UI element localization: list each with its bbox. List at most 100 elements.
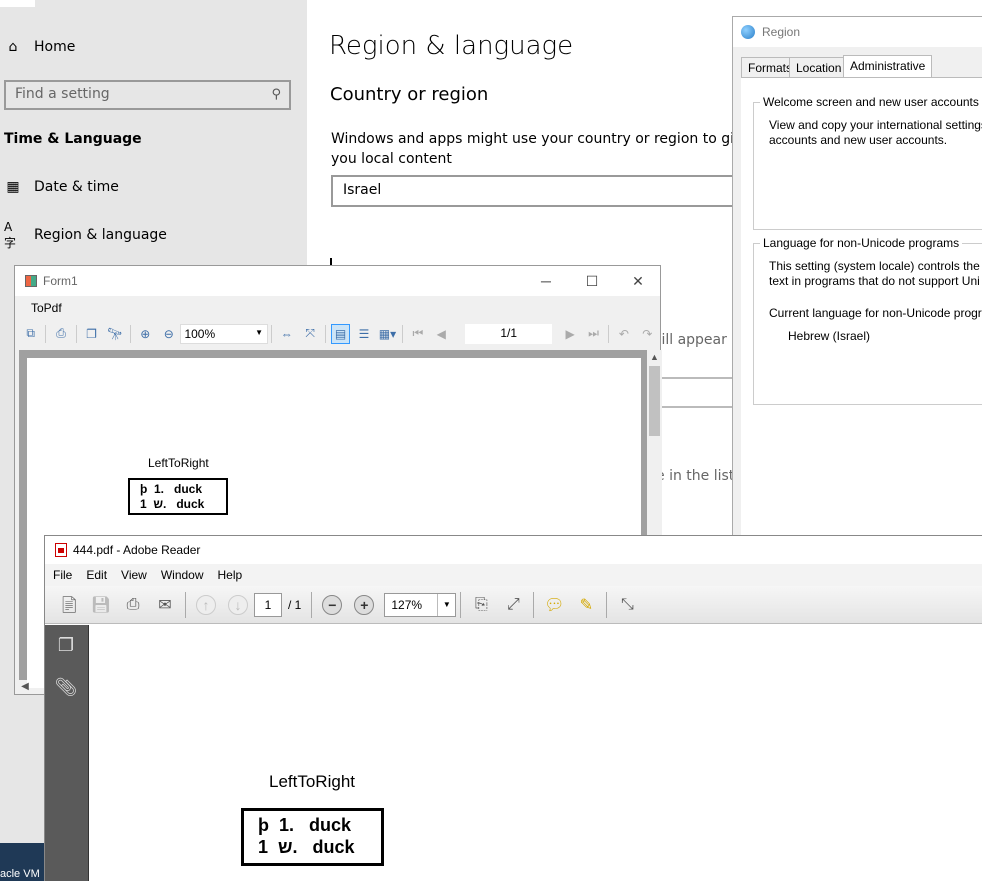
find-icon[interactable]: 🔭︎: [105, 324, 124, 344]
scroll-up-icon[interactable]: ▲: [650, 352, 659, 362]
minimize-button[interactable]: ─: [523, 266, 569, 296]
print-preview-toolbar: ⧉ ⎙ ❐ 🔭︎ ⊕ ⊖ 100% ▼ ⇔ ⤧ ▤ ☰ ▦▾ ⏮ ◀ 1/1 ▶…: [19, 321, 659, 346]
toolbar-separator: [129, 324, 131, 343]
close-button[interactable]: ✕: [615, 266, 661, 296]
toolbar-separator: [311, 591, 313, 618]
full-screen-icon[interactable]: ⤡: [614, 592, 640, 618]
pages-icon[interactable]: ❐: [55, 633, 77, 657]
toolbar-separator: [533, 591, 535, 618]
nonunicode-group-title: Language for non-Unicode programs: [760, 236, 963, 250]
back-icon[interactable]: ↶: [614, 324, 633, 344]
tab-label: Administrative: [850, 59, 926, 73]
page-width-icon[interactable]: ⇔: [277, 324, 296, 344]
highlight-icon[interactable]: ✎: [573, 592, 599, 618]
chevron-down-icon: ▼: [255, 327, 264, 337]
document-line-2: 1 ש. duck: [258, 837, 355, 857]
current-language-value: Hebrew (Israel): [788, 329, 871, 343]
nonunicode-text-2: text in programs that do not support Uni: [769, 274, 980, 288]
print-icon[interactable]: ⎙: [120, 592, 146, 618]
page-number-input[interactable]: 1: [254, 592, 282, 617]
sidebar-item-home[interactable]: ⌂ Home: [4, 38, 76, 56]
app-icon: [25, 275, 37, 287]
zoom-value: 127%: [391, 597, 423, 612]
first-page-icon[interactable]: ⏮: [408, 324, 427, 344]
menu-view[interactable]: View: [121, 568, 147, 582]
zoom-in-icon[interactable]: +: [354, 594, 375, 615]
search-input[interactable]: Find a setting ⚲: [4, 80, 291, 110]
scrollbar-thumb[interactable]: [649, 366, 660, 436]
toolbar-separator: [271, 324, 273, 343]
administrative-panel: Welcome screen and new user accounts Vie…: [741, 77, 982, 537]
next-page-icon[interactable]: ▶: [560, 324, 579, 344]
reader-title: 444.pdf - Adobe Reader: [73, 543, 201, 557]
previous-page-icon[interactable]: ↑: [196, 594, 216, 615]
country-description: Windows and apps might use your country …: [331, 131, 751, 167]
attachments-icon[interactable]: 📎︎: [55, 675, 78, 699]
multipage-icon[interactable]: ▦▾: [378, 324, 397, 344]
country-select[interactable]: Israel: [331, 175, 751, 207]
nonunicode-group: Language for non-Unicode programs This s…: [753, 236, 982, 405]
email-icon[interactable]: ✉: [152, 592, 178, 618]
region-dialog: Region Formats Location Administrative W…: [732, 16, 982, 537]
sidebar-item-label: Home: [34, 39, 76, 55]
prev-page-icon[interactable]: ◀: [432, 324, 451, 344]
zoom-out-icon[interactable]: ⊖: [159, 324, 178, 344]
chevron-down-icon[interactable]: ▼: [437, 593, 455, 616]
search-icon[interactable]: ⚲: [271, 87, 281, 102]
save-icon[interactable]: 💾︎: [88, 592, 114, 618]
welcome-text-2: accounts and new user accounts.: [769, 133, 948, 147]
zoom-select[interactable]: 127% ▼: [384, 592, 457, 617]
whole-page-icon[interactable]: ⤧: [300, 324, 319, 344]
create-pdf-icon[interactable]: 📄︎: [56, 592, 82, 618]
fit-width-icon[interactable]: ⤢: [500, 592, 526, 618]
tab-label: Formats: [748, 61, 793, 75]
menu-file[interactable]: File: [53, 568, 72, 582]
zoom-out-icon[interactable]: −: [322, 594, 343, 615]
continuous-icon[interactable]: ☰: [354, 324, 373, 344]
current-language-label: Current language for non-Unicode progr: [769, 306, 982, 320]
copy-icon[interactable]: ❐: [82, 324, 101, 344]
partial-text-appear: will appear in: [650, 332, 745, 348]
menu-window[interactable]: Window: [161, 568, 204, 582]
tab-location[interactable]: Location: [789, 57, 849, 77]
next-page-icon[interactable]: ↓: [228, 594, 248, 615]
zoom-in-icon[interactable]: ⊕: [136, 324, 155, 344]
welcome-text-1: View and copy your international setting…: [769, 118, 982, 132]
maximize-button[interactable]: ☐: [569, 266, 615, 296]
welcome-group: Welcome screen and new user accounts Vie…: [753, 95, 982, 230]
toolbar-separator: [460, 591, 462, 618]
menu-topdf[interactable]: ToPdf: [31, 301, 62, 315]
forward-icon[interactable]: ↷: [638, 324, 657, 344]
last-page-icon[interactable]: ⏭: [584, 324, 603, 344]
menu-help[interactable]: Help: [218, 568, 243, 582]
toolbar-separator: [324, 324, 326, 343]
copy-pages-icon[interactable]: ⧉: [21, 324, 40, 344]
page-value: 1/1: [500, 325, 518, 340]
virtualbox-taskbar-tile[interactable]: acle VM: [0, 843, 44, 881]
region-title: Region: [762, 25, 801, 39]
nonunicode-text-1: This setting (system locale) controls th…: [769, 259, 982, 273]
single-page-icon[interactable]: ▤: [330, 323, 351, 344]
zoom-select[interactable]: 100% ▼: [180, 323, 269, 344]
navigation-pane: ❐ 📎︎: [45, 625, 88, 881]
sidebar-item-date-time[interactable]: ▦ Date & time: [4, 178, 119, 196]
page-total: / 1: [288, 597, 302, 612]
sidebar-item-region-language[interactable]: A字 Region & language: [4, 220, 167, 250]
comment-icon[interactable]: 💬︎: [541, 592, 567, 618]
reader-toolbar: 📄︎ 💾︎ ⎙ ✉ ↑ ↓ 1 / 1 − + 127% ▼ ⎘ ⤢ 💬︎ ✎ …: [45, 586, 982, 624]
toolbar-separator: [75, 324, 77, 343]
fit-page-icon[interactable]: ⎘: [468, 592, 494, 618]
print-icon[interactable]: ⎙: [51, 324, 70, 344]
home-icon: ⌂: [8, 39, 18, 55]
page-indicator[interactable]: 1/1: [464, 323, 553, 344]
menu-edit[interactable]: Edit: [86, 568, 107, 582]
tab-label: Location: [796, 61, 842, 75]
country-value: Israel: [343, 182, 382, 198]
taskbar-label: acle VM: [0, 868, 40, 880]
tab-administrative[interactable]: Administrative: [843, 55, 933, 78]
toolbar-separator: [608, 324, 610, 343]
calendar-clock-icon: ▦: [6, 179, 20, 195]
toolbar-separator: [185, 591, 186, 618]
preview-line-2: 1 ש. duck: [140, 497, 205, 511]
scroll-left-icon[interactable]: ◀: [15, 678, 35, 694]
